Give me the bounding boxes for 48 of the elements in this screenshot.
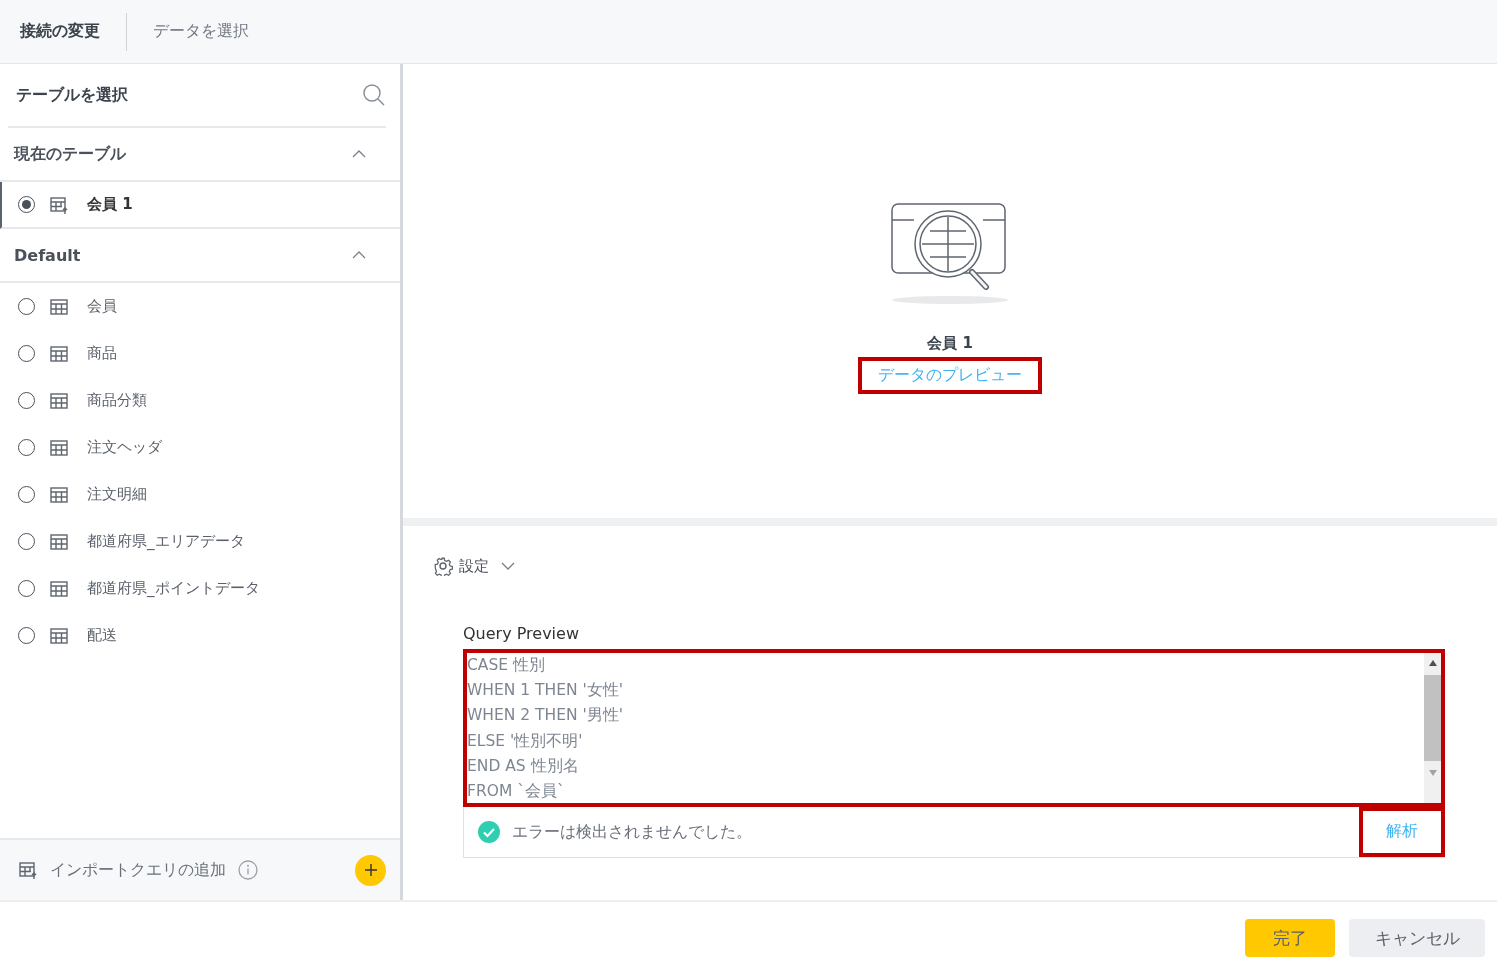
table-icon (49, 343, 69, 364)
settings-icon (433, 556, 453, 576)
table-icon (49, 437, 69, 458)
search-icon[interactable] (362, 83, 386, 107)
code-line: FROM `会員` (467, 781, 566, 802)
sidebar-title: テーブルを選択 (16, 84, 128, 106)
table-icon (49, 578, 69, 599)
table-name[interactable]: 商品分類 (87, 391, 147, 410)
query-preview-title: Query Preview (463, 624, 580, 643)
table-icon (49, 531, 69, 552)
table-upload-icon (49, 194, 69, 215)
add-button[interactable] (355, 854, 386, 886)
table-name[interactable]: 商品 (87, 344, 117, 363)
table-icon (49, 296, 69, 317)
table-name[interactable]: 注文ヘッダ (87, 438, 162, 457)
table-name[interactable]: 会員 1 (87, 195, 133, 214)
chevron-up-icon[interactable] (352, 150, 366, 158)
code-line: ELSE '性別不明' (467, 730, 584, 752)
chevron-down-icon[interactable] (501, 562, 515, 570)
table-name: 会員 1 (927, 334, 973, 353)
cancel-button[interactable]: キャンセル (1349, 919, 1485, 957)
add-import-query-label: インポートクエリの追加 (50, 859, 226, 881)
tab[interactable]: 接続の変更 (0, 12, 126, 51)
table-name[interactable]: 会員 (87, 297, 117, 316)
plus-icon (362, 862, 379, 878)
section-title: Default (14, 245, 81, 265)
table-name[interactable]: 注文明細 (87, 485, 147, 504)
scroll-up-arrow-icon[interactable] (1427, 659, 1438, 667)
status-message: エラーは検出されませんでした。 (512, 821, 752, 843)
scrollbar[interactable] (1424, 653, 1441, 803)
table-icon (49, 390, 69, 411)
chevron-up-icon[interactable] (352, 251, 366, 259)
code-line: WHEN 1 THEN '女性' (467, 680, 625, 702)
settings-dropdown[interactable]: 設定 (433, 556, 1445, 576)
check-circle-icon (478, 821, 500, 843)
tab[interactable]: データを選択 (126, 12, 275, 51)
query-text-area[interactable]: CASE 性別 WHEN 1 THEN '女性' WHEN 2 THEN '男性' ELSE '性別不明' END AS 性別名 FROM `会員` (463, 649, 1445, 807)
table-name[interactable]: 都道府県_ポイントデータ (87, 579, 260, 598)
code-line: WHEN 2 THEN '男性' (467, 705, 625, 727)
code-line: END AS 性別名 (467, 755, 580, 777)
done-button[interactable]: 完了 (1245, 919, 1335, 957)
table-icon (49, 625, 69, 646)
section-title: 現在のテーブル (14, 143, 126, 165)
table-icon (49, 484, 69, 505)
table-name[interactable]: 配送 (87, 626, 117, 645)
table-name[interactable]: 都道府県_エリアデータ (87, 532, 245, 551)
table-upload-icon (18, 860, 38, 880)
code-line: CASE 性別 (467, 655, 546, 676)
